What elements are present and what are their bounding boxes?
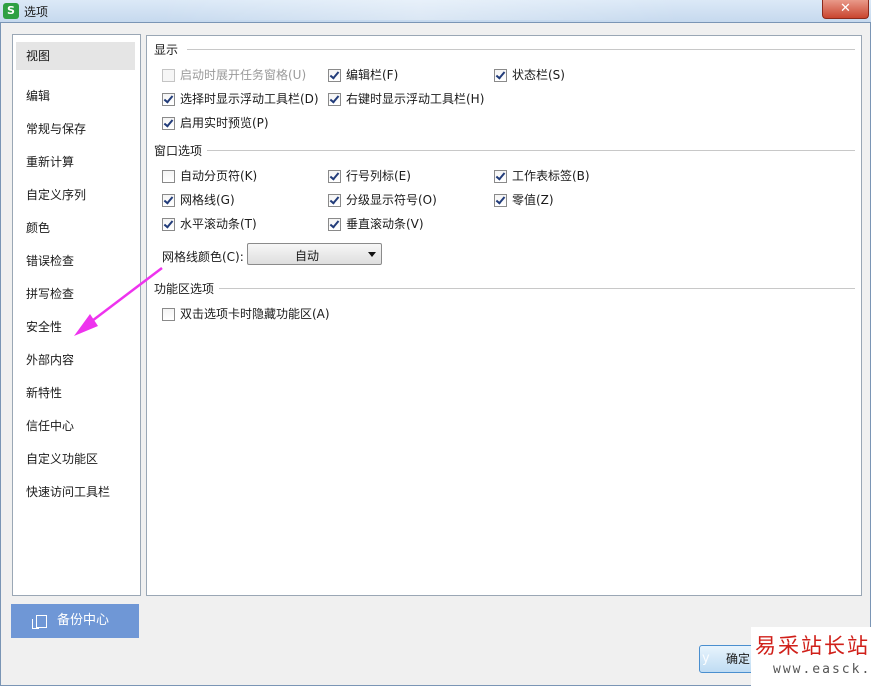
checkbox-box: [162, 308, 175, 321]
options-dialog: 视图 编辑 常规与保存 重新计算 自定义序列 颜色 错误检查 拼写检查 安全性 …: [0, 22, 871, 686]
sidebar-item-security[interactable]: 安全性: [16, 313, 135, 341]
checkbox-box: [328, 93, 341, 106]
ribbon-options-title: 功能区选项: [154, 280, 219, 297]
title-bar-gradient: [160, 0, 680, 20]
ok-button[interactable]: y 确定: [699, 645, 759, 673]
backup-center-label: 备份中心: [57, 613, 110, 628]
checkbox-label: 双击选项卡时隐藏功能区(A): [180, 307, 330, 321]
sidebar-item-general-save[interactable]: 常规与保存: [16, 115, 135, 143]
checkbox-horizontal-scrollbar[interactable]: 水平滚动条(T): [162, 215, 257, 233]
checkbox-box: [328, 194, 341, 207]
sidebar-item-edit[interactable]: 编辑: [16, 82, 135, 110]
checkbox-label: 选择时显示浮动工具栏(D): [180, 92, 319, 106]
checkbox-zero-values[interactable]: 零值(Z): [494, 191, 554, 209]
checkbox-box: [162, 218, 175, 231]
watermark: 易采站长站 www.easck.com: [751, 627, 871, 686]
checkbox-live-preview[interactable]: 启用实时预览(P): [162, 114, 269, 132]
checkbox-box: [162, 117, 175, 130]
checkbox-gridlines[interactable]: 网格线(G): [162, 191, 235, 209]
title-bar: S 选项 ✕: [0, 0, 871, 22]
checkbox-row-col-headers[interactable]: 行号列标(E): [328, 167, 411, 185]
display-group-divider: [187, 49, 855, 50]
checkbox-label: 垂直滚动条(V): [346, 217, 424, 231]
window-options-title: 窗口选项: [154, 142, 207, 159]
checkbox-auto-page-break[interactable]: 自动分页符(K): [162, 167, 257, 185]
ok-button-label: 确定: [726, 652, 751, 666]
app-icon: S: [3, 3, 19, 19]
checkbox-label: 水平滚动条(T): [180, 217, 257, 231]
sidebar-item-spell-check[interactable]: 拼写检查: [16, 280, 135, 308]
gridline-color-label: 网格线颜色(C):: [162, 250, 244, 264]
options-content-panel: 显示 启动时展开任务窗格(U) 编辑栏(F) 状态栏(S) 选择时显示浮动工具栏…: [146, 35, 862, 596]
close-button[interactable]: ✕: [822, 0, 869, 19]
sidebar-item-view[interactable]: 视图: [16, 42, 135, 70]
ribbon-options-divider: [219, 288, 855, 289]
checkbox-status-bar[interactable]: 状态栏(S): [494, 66, 565, 84]
checkbox-label: 启用实时预览(P): [180, 116, 269, 130]
checkbox-floating-toolbar-select[interactable]: 选择时显示浮动工具栏(D): [162, 90, 319, 108]
checkbox-vertical-scrollbar[interactable]: 垂直滚动条(V): [328, 215, 424, 233]
sidebar-item-recalculate[interactable]: 重新计算: [16, 148, 135, 176]
checkbox-box: [162, 194, 175, 207]
sidebar-item-quick-access-toolbar[interactable]: 快速访问工具栏: [16, 478, 135, 506]
checkbox-label: 编辑栏(F): [346, 68, 399, 82]
checkbox-box: [494, 69, 507, 82]
watermark-url: www.easck.com: [773, 662, 871, 677]
sidebar-item-custom-lists[interactable]: 自定义序列: [16, 181, 135, 209]
sidebar-item-error-checking[interactable]: 错误检查: [16, 247, 135, 275]
ok-button-ghost-text: y: [702, 651, 710, 666]
gridline-color-value: 自动: [294, 249, 319, 263]
sidebar-item-customize-ribbon[interactable]: 自定义功能区: [16, 445, 135, 473]
checkbox-box: [328, 170, 341, 183]
sidebar: 视图 编辑 常规与保存 重新计算 自定义序列 颜色 错误检查 拼写检查 安全性 …: [12, 34, 141, 596]
backup-icon: [32, 615, 47, 629]
gridline-color-select[interactable]: 自动: [247, 243, 382, 265]
checkbox-box: [162, 69, 175, 82]
checkbox-box: [494, 170, 507, 183]
checkbox-label: 工作表标签(B): [512, 169, 590, 183]
checkbox-box: [162, 93, 175, 106]
dropdown-arrow-icon: [368, 252, 376, 257]
checkbox-label: 分级显示符号(O): [346, 193, 437, 207]
checkbox-box: [328, 69, 341, 82]
checkbox-label: 零值(Z): [512, 193, 554, 207]
display-group-title: 显示: [154, 41, 183, 58]
checkbox-floating-toolbar-rightclick[interactable]: 右键时显示浮动工具栏(H): [328, 90, 484, 108]
checkbox-hide-ribbon-dblclick[interactable]: 双击选项卡时隐藏功能区(A): [162, 305, 330, 323]
checkbox-label: 自动分页符(K): [180, 169, 258, 183]
sidebar-item-colors[interactable]: 颜色: [16, 214, 135, 242]
checkbox-box: [328, 218, 341, 231]
checkbox-label: 行号列标(E): [346, 169, 411, 183]
sidebar-item-new-features[interactable]: 新特性: [16, 379, 135, 407]
checkbox-label: 网格线(G): [180, 193, 235, 207]
checkbox-label: 状态栏(S): [512, 68, 565, 82]
window-title: 选项: [24, 5, 49, 19]
checkbox-outline-symbols[interactable]: 分级显示符号(O): [328, 191, 437, 209]
checkbox-expand-task-pane[interactable]: 启动时展开任务窗格(U): [162, 66, 306, 84]
checkbox-box: [494, 194, 507, 207]
checkbox-label: 右键时显示浮动工具栏(H): [346, 92, 485, 106]
sidebar-item-external-content[interactable]: 外部内容: [16, 346, 135, 374]
checkbox-label: 启动时展开任务窗格(U): [180, 68, 307, 82]
watermark-text: 易采站长站: [755, 634, 870, 658]
checkbox-formula-bar[interactable]: 编辑栏(F): [328, 66, 398, 84]
checkbox-sheet-tabs[interactable]: 工作表标签(B): [494, 167, 590, 185]
backup-center-button[interactable]: 备份中心: [11, 604, 139, 638]
window-options-divider: [207, 150, 855, 151]
checkbox-box: [162, 170, 175, 183]
sidebar-item-trust-center[interactable]: 信任中心: [16, 412, 135, 440]
